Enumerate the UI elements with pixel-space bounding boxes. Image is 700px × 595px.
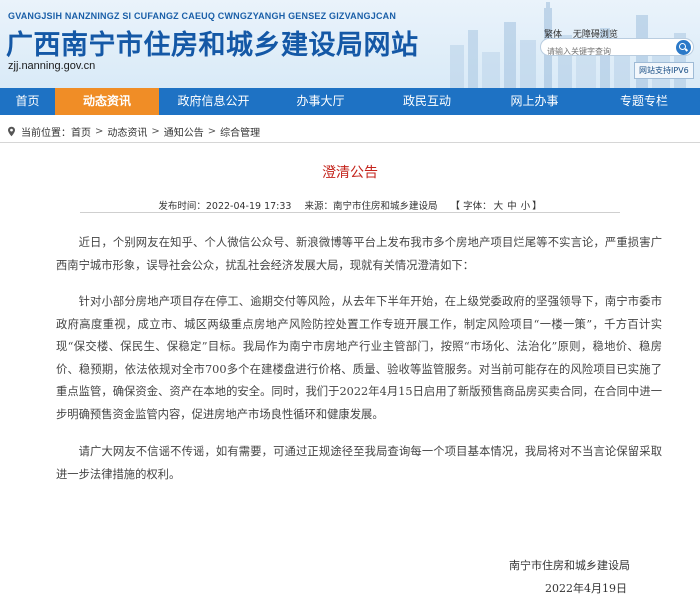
nav-service-hall[interactable]: 办事大厅	[268, 88, 373, 115]
font-size-medium[interactable]: 中	[507, 201, 517, 212]
article-title: 澄清公告	[322, 165, 378, 181]
site-header: GVANGJSIH NANZNINGZ SI CUFANGZ CAEUQ CWN…	[0, 0, 700, 88]
search-icon[interactable]	[676, 40, 691, 55]
font-size-close: 】	[532, 201, 542, 212]
font-size-small[interactable]: 小	[521, 201, 531, 212]
signature-org: 南宁市住房和城乡建设局	[509, 559, 630, 572]
article-source: 来源：南宁市住房和城乡建设局	[304, 201, 438, 212]
site-title: 广西南宁市住房和城乡建设局网站	[6, 30, 419, 61]
breadcrumb-prefix: 当前位置：	[21, 128, 71, 139]
breadcrumb-separator: >	[95, 126, 104, 137]
article-paragraph: 近日，个别网友在知乎、个人微信公众号、新浪微博等平台上发布我市多个房地产项目烂尾…	[56, 236, 662, 272]
meta-divider	[80, 212, 620, 213]
breadcrumb-separator: >	[151, 126, 160, 137]
article-body: 近日，个别网友在知乎、个人微信公众号、新浪微博等平台上发布我市多个房地产项目烂尾…	[56, 232, 662, 500]
nav-interaction[interactable]: 政民互动	[373, 88, 481, 115]
location-icon	[8, 126, 15, 137]
nav-home[interactable]: 首页	[0, 88, 55, 115]
site-domain: zjj.nanning.gov.cn	[8, 60, 96, 72]
signature-date: 2022年4月19日	[545, 582, 627, 595]
search-box	[540, 38, 694, 60]
breadcrumb-separator: >	[207, 126, 217, 137]
font-size-large[interactable]: 大	[494, 201, 504, 212]
publish-time: 发布时间：2022-04-19 17:33	[158, 201, 292, 212]
breadcrumb-general-management[interactable]: 综合管理	[220, 124, 260, 139]
ipv6-badge: 网站支持IPV6	[634, 62, 694, 79]
article-paragraph: 请广大网友不信谣不传谣，如有需要，可通过正规途径至我局查询每一个项目基本情况，我…	[56, 445, 662, 481]
nav-news[interactable]: 动态资讯	[55, 88, 159, 115]
breadcrumb-news[interactable]: 动态资讯	[107, 124, 147, 139]
breadcrumb: 当前位置： 首页 > 动态资讯 > 通知公告 > 综合管理	[6, 124, 260, 139]
nav-special-topics[interactable]: 专题专栏	[588, 88, 700, 115]
nav-online-service[interactable]: 网上办事	[481, 88, 588, 115]
site-pinyin-name: GVANGJSIH NANZNINGZ SI CUFANGZ CAEUQ CWN…	[8, 11, 397, 21]
font-size-label: 【 字体：	[450, 201, 492, 212]
nav-gov-info[interactable]: 政府信息公开	[159, 88, 268, 115]
breadcrumb-divider	[0, 142, 700, 143]
breadcrumb-home[interactable]: 首页	[71, 124, 91, 139]
search-input[interactable]	[541, 43, 669, 60]
article-paragraph: 针对小部分房地产项目存在停工、逾期交付等风险，从去年下半年开始，在上级党委政府的…	[56, 295, 662, 421]
breadcrumb-notices[interactable]: 通知公告	[164, 124, 204, 139]
font-size-control: 【 字体：大中小】	[451, 201, 542, 212]
main-nav: 首页 动态资讯 政府信息公开 办事大厅 政民互动 网上办事 专题专栏	[0, 88, 700, 115]
article-meta: 发布时间：2022-04-19 17:33 来源：南宁市住房和城乡建设局 【 字…	[0, 198, 700, 212]
